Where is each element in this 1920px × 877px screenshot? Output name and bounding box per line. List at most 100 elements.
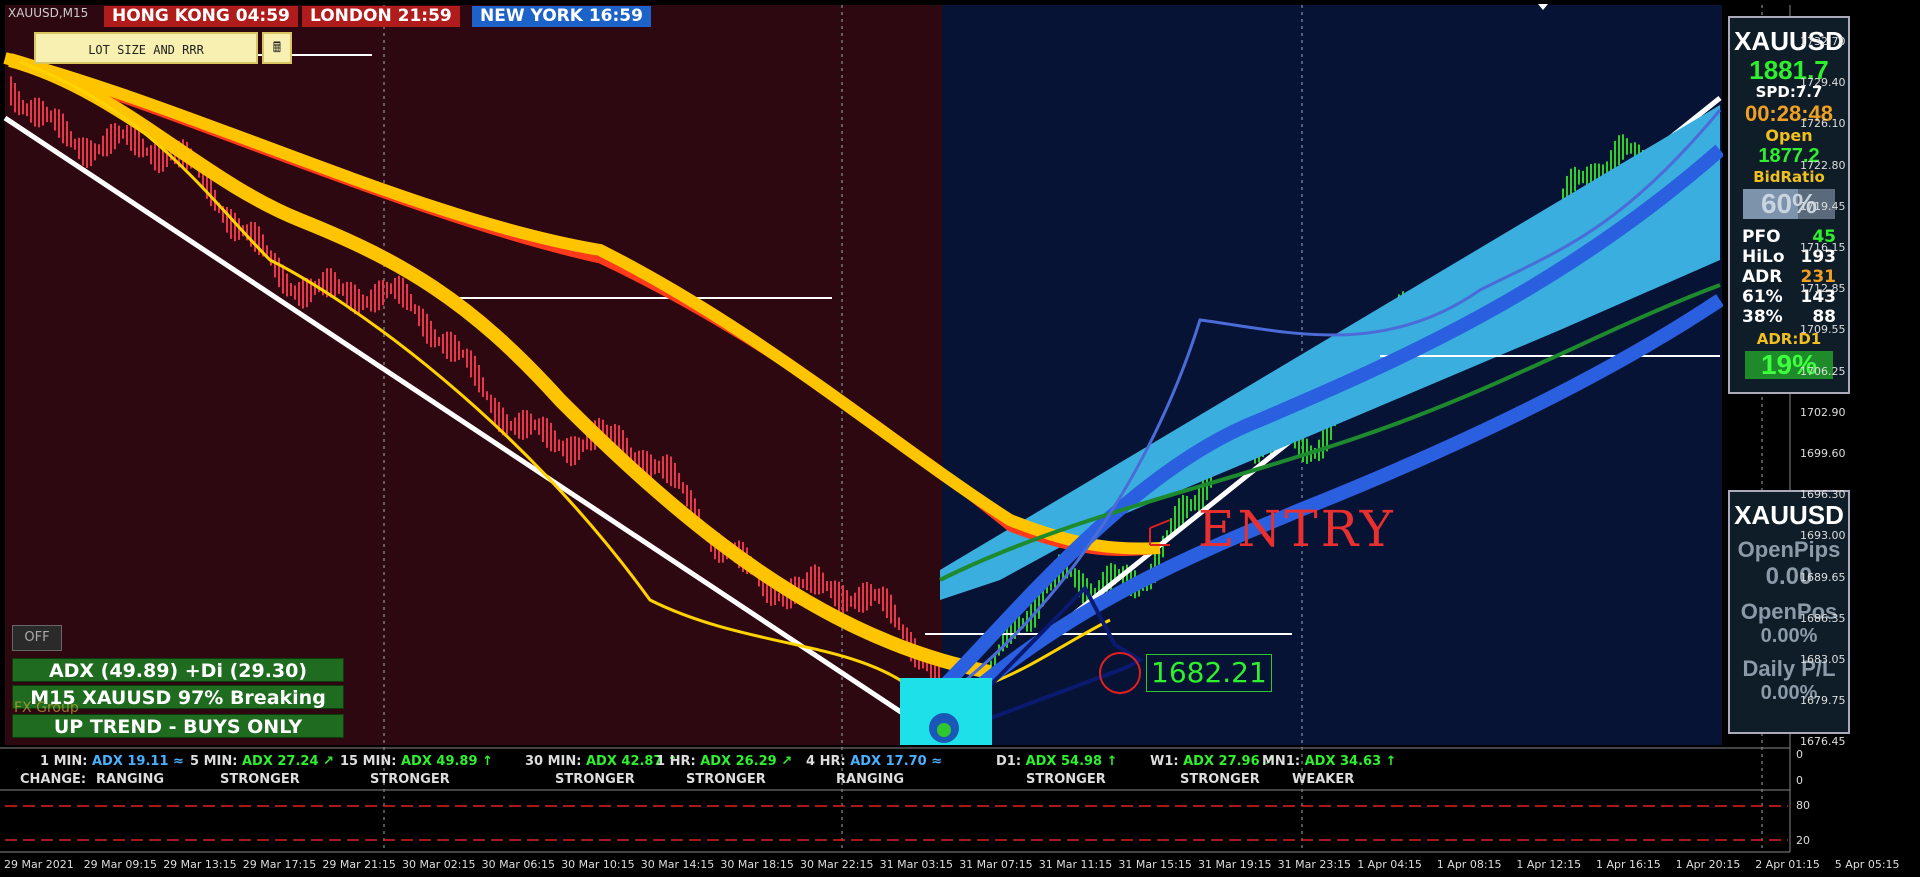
candle [1306, 438, 1308, 464]
adx-timeframe-2: 15 MIN: ADX 49.89 ↑ [340, 754, 493, 769]
candle [514, 417, 516, 435]
candle [146, 147, 148, 156]
candle [98, 144, 100, 155]
time-label: 1 Apr 04:15 [1357, 858, 1422, 871]
candle [442, 333, 444, 354]
time-label: 29 Mar 17:15 [242, 858, 317, 871]
adx-arrow-icon: ≈ [931, 754, 943, 769]
candle [474, 355, 476, 386]
adx-change-6: STRONGER [1026, 772, 1106, 787]
calculator-icon[interactable]: 🖩 [262, 32, 292, 64]
candle [834, 580, 836, 607]
candle [466, 348, 468, 368]
candle [142, 138, 144, 158]
candle [610, 425, 612, 440]
candle [482, 377, 484, 397]
candle [830, 581, 832, 599]
candle [654, 459, 656, 475]
trend-banner: UP TREND - BUYS ONLY [12, 714, 344, 738]
price-label: 1729.40 [1800, 76, 1846, 90]
adx-arrow-icon: ↑ [1385, 754, 1397, 769]
candle [126, 124, 128, 145]
candle [78, 137, 80, 160]
candle [1610, 150, 1612, 172]
stat-key: ADR [1742, 267, 1783, 287]
candle [870, 584, 872, 607]
candle [234, 212, 236, 242]
adx-value: ADX 34.63 [1304, 754, 1382, 769]
candle [478, 365, 480, 393]
candle [1606, 161, 1608, 173]
candle [386, 281, 388, 299]
lot-size-button[interactable]: LOT SIZE AND RRR [34, 32, 258, 64]
candle [226, 207, 228, 233]
adx-change-7: STRONGER [1180, 772, 1260, 787]
adx-timeframe-8: MN1: ADX 34.63 ↑ [1262, 754, 1397, 769]
candle [18, 91, 20, 116]
candle [1322, 430, 1324, 459]
adx-change-2: STRONGER [370, 772, 450, 787]
candle [50, 110, 52, 123]
candle [490, 394, 492, 413]
candle [74, 138, 76, 150]
price-label: 1686.35 [1800, 611, 1846, 625]
price-chart[interactable] [0, 0, 1920, 877]
price-label: 1689.65 [1800, 570, 1846, 584]
candle [494, 397, 496, 425]
time-label: 29 Mar 13:15 [163, 858, 237, 871]
candle [410, 294, 412, 312]
candle [678, 473, 680, 489]
candle [330, 268, 332, 298]
candle [370, 289, 372, 312]
candle [58, 109, 60, 138]
candle [550, 422, 552, 452]
clock-new-york: NEW YORK 16:59 [472, 6, 651, 27]
candle [878, 588, 880, 604]
candle [342, 283, 344, 296]
adx-value: ADX 19.11 [91, 754, 169, 769]
candle [826, 581, 828, 592]
adx-value: ADX 54.98 [1025, 754, 1103, 769]
candle [1574, 166, 1576, 192]
adx-arrow-icon: ↑ [482, 754, 493, 769]
candle [426, 313, 428, 344]
stat-key: PFO [1742, 227, 1781, 247]
adx-tf: 30 MIN: [525, 754, 582, 769]
adx-change-8: WEAKER [1292, 772, 1355, 787]
off-button[interactable]: OFF [12, 625, 62, 651]
candle [486, 391, 488, 401]
candle [1618, 135, 1620, 165]
candle [430, 320, 432, 348]
candle [62, 113, 64, 144]
candle [882, 586, 884, 612]
candle [650, 454, 652, 479]
candle [862, 582, 864, 613]
candle [138, 130, 140, 158]
candle [66, 121, 68, 147]
candle [390, 283, 392, 295]
adx-value: ADX 27.24 [241, 754, 319, 769]
candle [106, 128, 108, 157]
candle [1578, 169, 1580, 185]
candle [402, 277, 404, 308]
candle [154, 143, 156, 171]
candle [822, 572, 824, 594]
time-label: 1 Apr 08:15 [1436, 858, 1502, 871]
candle [546, 418, 548, 448]
candle [506, 414, 508, 435]
candle [102, 135, 104, 157]
candle [458, 341, 460, 360]
candle [10, 76, 12, 106]
candle [854, 592, 856, 609]
adx-value: ADX 26.29 [700, 754, 777, 769]
candle [54, 108, 56, 131]
candle [778, 593, 780, 602]
candle [398, 275, 400, 304]
candle [382, 279, 384, 306]
candle [1174, 506, 1176, 532]
price-label: 1722.80 [1800, 158, 1846, 172]
adx-banner: ADX (49.89) +Di (29.30) [12, 658, 344, 682]
candle [294, 285, 296, 300]
candle [1178, 498, 1180, 528]
candle [530, 413, 532, 435]
